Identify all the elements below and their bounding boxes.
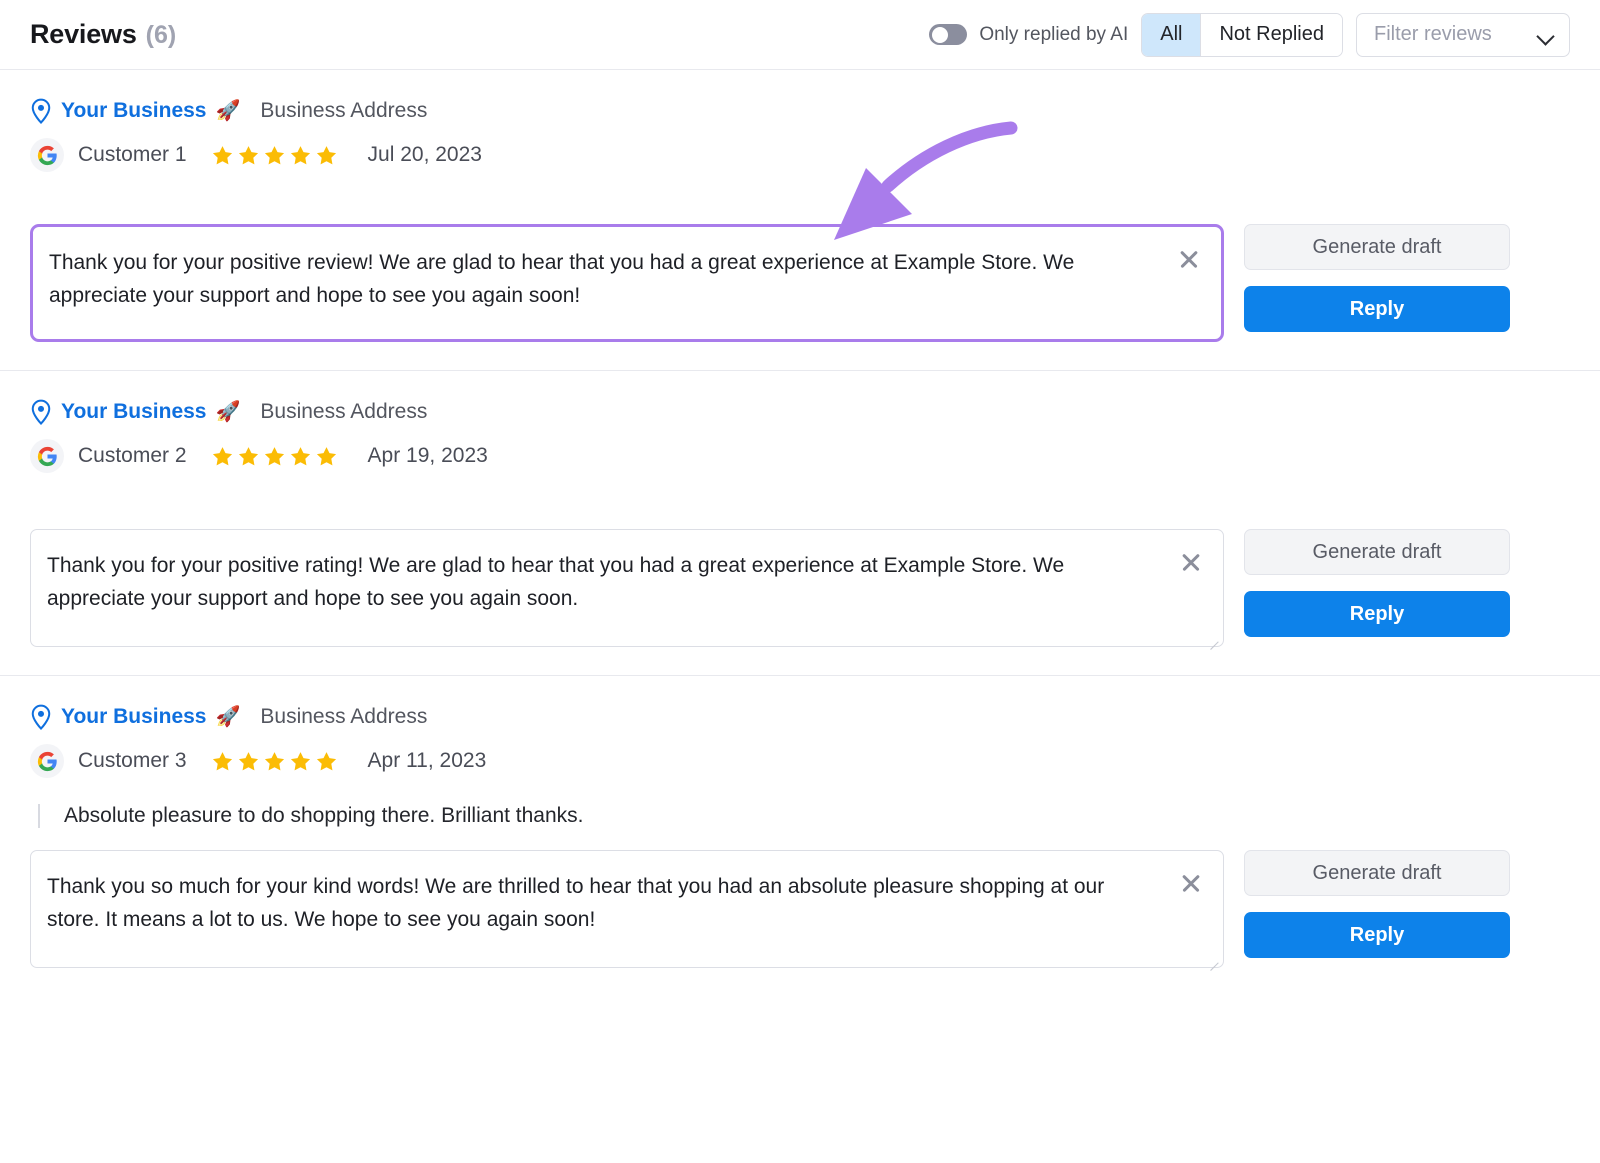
header-controls: Only replied by AI All Not Replied Filte… [929, 12, 1570, 57]
resize-handle[interactable] [1208, 952, 1219, 963]
generate-draft-button[interactable]: Generate draft [1244, 850, 1510, 896]
reply-row: Thank you for your positive rating! We a… [30, 529, 1570, 675]
customer-line: Customer 3 Apr 11, 2023 [30, 744, 1570, 778]
customer-line: Customer 2 Apr 19, 2023 [30, 439, 1570, 473]
customer-line: Customer 1 Jul 20, 2023 [30, 138, 1570, 172]
business-name[interactable]: Your Business [61, 705, 206, 729]
segment-all[interactable]: All [1142, 13, 1201, 56]
reply-row: Thank you for your positive review! We a… [30, 224, 1570, 370]
toggle-knob [932, 26, 949, 43]
star-icon [212, 145, 232, 164]
business-name[interactable]: Your Business [61, 400, 206, 424]
customer-name: Customer 2 [78, 444, 187, 467]
reviews-header: Reviews (6) Only replied by AI All Not R… [0, 0, 1600, 70]
rocket-icon: 🚀 [215, 100, 241, 122]
reply-button[interactable]: Reply [1244, 286, 1510, 332]
reply-textarea[interactable]: Thank you for your positive rating! We a… [30, 529, 1224, 647]
close-icon[interactable] [1179, 550, 1203, 574]
business-address: Business Address [260, 400, 428, 423]
star-icon [264, 145, 284, 164]
location-pin-icon [31, 704, 51, 730]
star-icon [316, 446, 336, 465]
review-item: Your Business 🚀 Business Address Custome… [0, 676, 1600, 996]
business-line: Your Business 🚀 Business Address [30, 371, 1570, 425]
reply-draft-text: Thank you so much for your kind words! W… [47, 875, 1105, 931]
star-icon [212, 446, 232, 465]
reply-draft-text: Thank you for your positive review! We a… [49, 251, 1075, 307]
review-item: Your Business 🚀 Business Address Custome… [0, 70, 1600, 370]
location-pin-icon [31, 399, 51, 425]
reply-button[interactable]: Reply [1244, 912, 1510, 958]
review-item: Your Business 🚀 Business Address Custome… [0, 371, 1600, 675]
only-replied-by-ai-label: Only replied by AI [979, 23, 1129, 45]
only-replied-by-ai-toggle[interactable] [929, 24, 968, 45]
close-icon[interactable] [1177, 247, 1201, 271]
star-rating [211, 445, 338, 468]
resize-handle[interactable] [1208, 631, 1219, 642]
business-line: Your Business 🚀 Business Address [30, 70, 1570, 124]
reply-button[interactable]: Reply [1244, 591, 1510, 637]
ai-filter-toggle-group[interactable]: Only replied by AI [929, 24, 1128, 46]
business-line: Your Business 🚀 Business Address [30, 676, 1570, 730]
star-icon [238, 751, 258, 770]
google-icon [30, 439, 64, 473]
star-icon [264, 751, 284, 770]
google-icon [30, 138, 64, 172]
reply-textarea[interactable]: Thank you so much for your kind words! W… [30, 850, 1224, 968]
reply-actions: Generate draft Reply [1244, 529, 1510, 637]
filter-reviews-placeholder: Filter reviews [1374, 23, 1492, 45]
reviews-page: Reviews (6) Only replied by AI All Not R… [0, 0, 1600, 1163]
review-body: Absolute pleasure to do shopping there. … [30, 804, 1570, 828]
reviews-count: (6) [145, 21, 177, 49]
rocket-icon: 🚀 [215, 706, 241, 728]
customer-name: Customer 3 [78, 749, 187, 772]
star-icon [264, 446, 284, 465]
review-date: Apr 19, 2023 [367, 444, 488, 467]
review-date: Apr 11, 2023 [367, 749, 487, 772]
star-icon [290, 145, 310, 164]
star-rating [211, 750, 338, 773]
star-icon [238, 446, 258, 465]
business-address: Business Address [260, 705, 428, 728]
review-date: Jul 20, 2023 [367, 143, 482, 166]
reply-row: Thank you so much for your kind words! W… [30, 850, 1570, 996]
location-pin-icon [31, 98, 51, 124]
rocket-icon: 🚀 [215, 401, 241, 423]
generate-draft-button[interactable]: Generate draft [1244, 224, 1510, 270]
segment-not-replied[interactable]: Not Replied [1200, 13, 1342, 56]
star-icon [316, 145, 336, 164]
business-address: Business Address [260, 99, 428, 122]
star-rating [211, 144, 338, 167]
star-icon [212, 751, 232, 770]
business-name[interactable]: Your Business [61, 99, 206, 123]
page-title: Reviews (6) [30, 19, 176, 50]
customer-name: Customer 1 [78, 143, 187, 166]
page-title-text: Reviews [30, 19, 137, 49]
star-icon [290, 446, 310, 465]
star-icon [238, 145, 258, 164]
chevron-down-icon [1538, 30, 1554, 40]
close-icon[interactable] [1179, 871, 1203, 895]
star-icon [290, 751, 310, 770]
generate-draft-button[interactable]: Generate draft [1244, 529, 1510, 575]
review-text: Absolute pleasure to do shopping there. … [64, 804, 584, 827]
google-icon [30, 744, 64, 778]
reply-actions: Generate draft Reply [1244, 850, 1510, 958]
reply-draft-text: Thank you for your positive rating! We a… [47, 554, 1065, 610]
filter-reviews-select[interactable]: Filter reviews [1356, 12, 1570, 57]
reply-status-segmented-control[interactable]: All Not Replied [1141, 12, 1343, 57]
reply-actions: Generate draft Reply [1244, 224, 1510, 332]
reply-textarea[interactable]: Thank you for your positive review! We a… [30, 224, 1224, 342]
star-icon [316, 751, 336, 770]
